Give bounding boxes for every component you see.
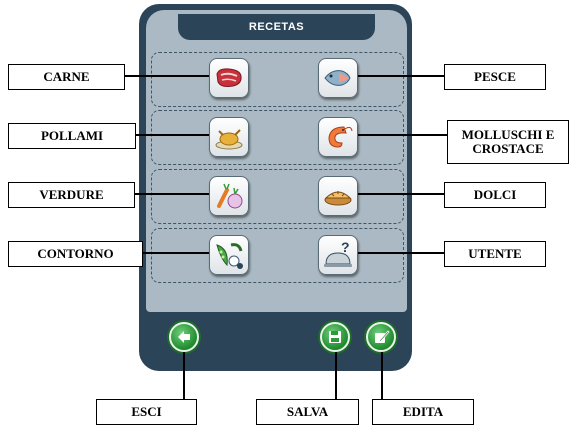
category-row-1 <box>151 52 404 107</box>
category-row-2 <box>151 110 404 165</box>
pie-icon <box>324 191 352 206</box>
edita-button[interactable] <box>366 322 396 352</box>
salva-connector <box>335 352 337 400</box>
edita-label: EDITA <box>372 399 474 425</box>
shrimp-icon <box>328 126 353 148</box>
pesce-button[interactable] <box>318 58 358 98</box>
molluschi-connector <box>358 134 447 136</box>
verdure-connector <box>134 193 210 195</box>
molluschi-label: MOLLUSCHI E CROSTACE <box>447 120 569 164</box>
pollami-button[interactable] <box>209 117 249 157</box>
dolci-connector <box>358 193 444 195</box>
contorno-connector <box>142 252 210 254</box>
contorno-label: CONTORNO <box>8 241 143 267</box>
pesce-connector <box>358 75 444 77</box>
floppy-disk-icon <box>329 331 341 343</box>
salva-button[interactable] <box>320 322 350 352</box>
edita-connector <box>381 352 383 400</box>
carne-connector <box>124 75 210 77</box>
pollami-connector <box>135 134 210 136</box>
screen-title: RECETAS <box>178 14 375 40</box>
molluschi-button[interactable] <box>318 117 358 157</box>
pesce-label: PESCE <box>444 64 546 90</box>
cloche-question-icon: ? <box>324 239 352 267</box>
pollami-label: POLLAMI <box>8 123 136 149</box>
esci-button[interactable] <box>169 322 199 352</box>
category-row-4 <box>151 228 404 283</box>
contorno-button[interactable] <box>209 235 249 275</box>
utente-label: UTENTE <box>444 241 546 267</box>
utente-button[interactable]: ? <box>318 235 358 275</box>
carne-label: CARNE <box>8 64 125 90</box>
edit-pencil-icon <box>375 330 390 343</box>
verdure-button[interactable] <box>209 176 249 216</box>
dolci-label: DOLCI <box>444 182 546 208</box>
salva-label: SALVA <box>256 399 359 425</box>
vegetables-icon <box>217 183 243 209</box>
side-dish-peas-icon <box>216 243 243 269</box>
esci-label: ESCI <box>96 399 197 425</box>
back-arrow-icon <box>178 331 190 343</box>
dolci-button[interactable] <box>318 176 358 216</box>
carne-button[interactable] <box>209 58 249 98</box>
svg-text:?: ? <box>341 239 350 255</box>
esci-connector <box>183 352 185 400</box>
category-row-3 <box>151 169 404 224</box>
meat-steak-icon <box>216 68 242 87</box>
roast-chicken-icon <box>215 129 243 150</box>
utente-connector <box>358 252 444 254</box>
fish-icon <box>324 70 351 86</box>
verdure-label: VERDURE <box>8 182 135 208</box>
